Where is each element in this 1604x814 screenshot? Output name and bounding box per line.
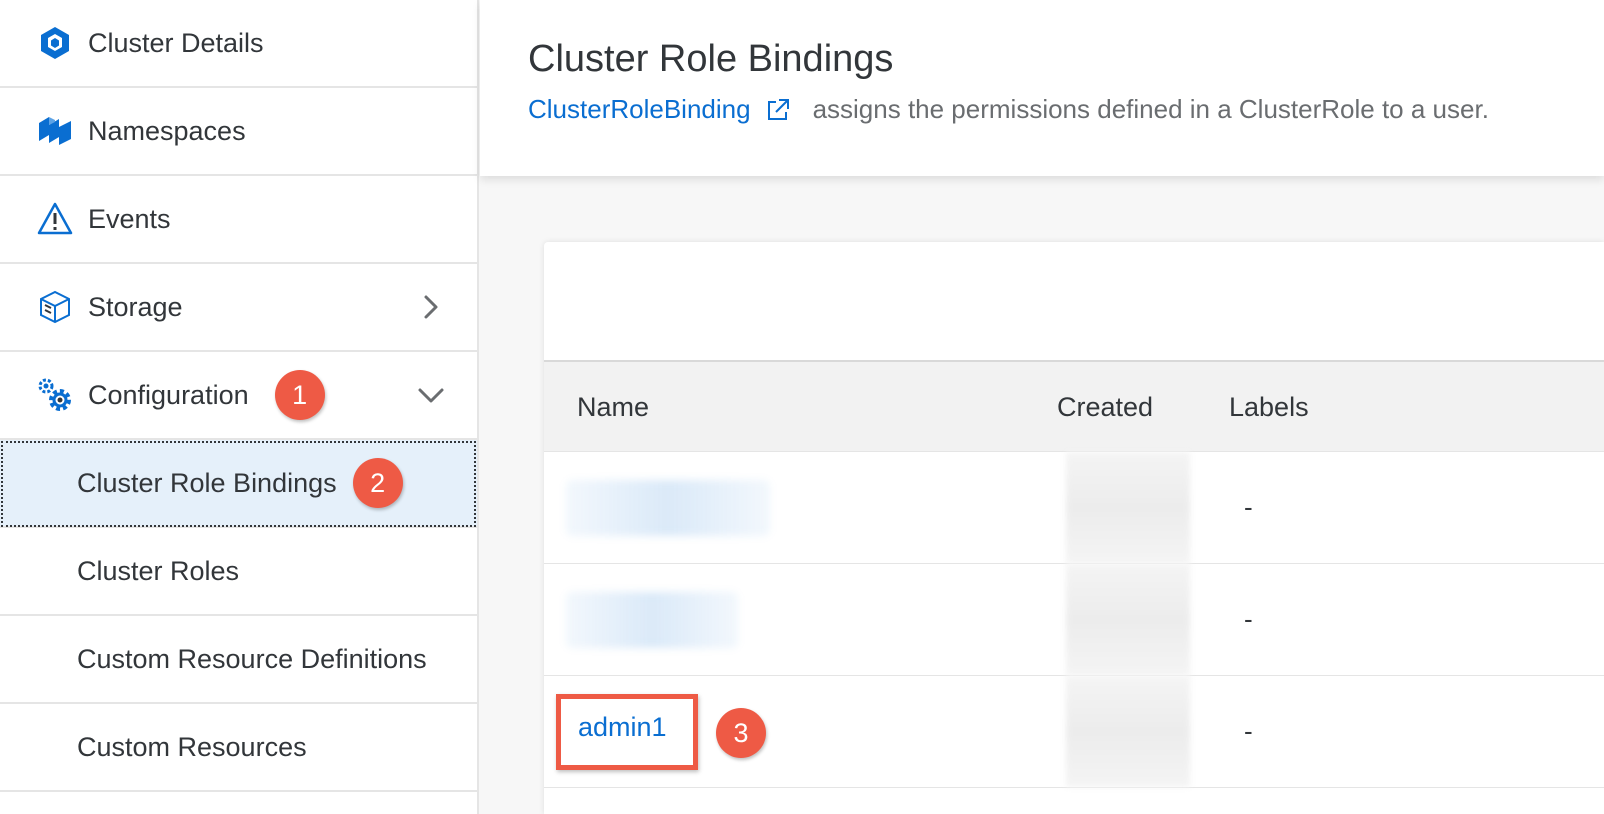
main-content: Cluster Role Bindings ClusterRoleBinding… bbox=[480, 0, 1604, 814]
step-badge-1: 1 bbox=[274, 370, 325, 420]
sidebar-item-label: Custom Resource Definitions bbox=[77, 643, 427, 674]
page-description: ClusterRoleBinding assigns the permissio… bbox=[528, 94, 1489, 125]
gears-icon bbox=[36, 376, 74, 414]
sidebar-item-configuration[interactable]: Configuration 1 bbox=[0, 352, 477, 440]
cube-icon bbox=[36, 24, 74, 62]
sidebar: Cluster Details Namespaces Events Storag… bbox=[0, 0, 479, 814]
column-header-name[interactable]: Name bbox=[577, 392, 649, 423]
sidebar-item-label: Namespaces bbox=[88, 115, 246, 146]
column-header-labels[interactable]: Labels bbox=[1229, 392, 1309, 423]
storage-icon bbox=[36, 288, 74, 326]
admin1-link[interactable]: admin1 bbox=[578, 712, 667, 743]
redacted-created-value bbox=[1066, 676, 1190, 787]
page-title: Cluster Role Bindings bbox=[528, 38, 894, 80]
namespaces-icon bbox=[36, 112, 74, 150]
sidebar-item-cluster-roles[interactable]: Cluster Roles bbox=[0, 528, 477, 616]
warning-icon bbox=[36, 200, 74, 238]
description-text: assigns the permissions defined in a Clu… bbox=[812, 94, 1489, 124]
sidebar-item-label: Cluster Details bbox=[88, 27, 264, 58]
page-header: Cluster Role Bindings ClusterRoleBinding… bbox=[480, 0, 1604, 176]
column-header-created[interactable]: Created bbox=[1057, 392, 1153, 423]
sidebar-item-label: Cluster Role Bindings bbox=[77, 467, 337, 498]
chevron-down-icon[interactable] bbox=[417, 381, 445, 409]
table-row[interactable]: admin1 3 - bbox=[544, 676, 1604, 788]
bindings-table-card: Name Created Labels - - admin1 3 - bbox=[544, 242, 1604, 814]
step-badge-2: 2 bbox=[352, 458, 403, 508]
sidebar-item-label: Storage bbox=[88, 291, 183, 322]
sidebar-item-label: Events bbox=[88, 203, 171, 234]
labels-value: - bbox=[1244, 492, 1253, 522]
step-badge-3: 3 bbox=[716, 708, 766, 758]
labels-value: - bbox=[1244, 716, 1253, 746]
sidebar-item-storage[interactable]: Storage bbox=[0, 264, 477, 352]
chevron-right-icon[interactable] bbox=[417, 293, 445, 321]
redacted-created-value bbox=[1066, 564, 1190, 675]
external-link-icon[interactable] bbox=[765, 97, 791, 123]
sidebar-item-label: Configuration bbox=[88, 379, 249, 410]
sidebar-item-label: Cluster Roles bbox=[77, 555, 240, 586]
table-row[interactable]: - bbox=[544, 564, 1604, 676]
sidebar-item-events[interactable]: Events bbox=[0, 176, 477, 264]
redacted-name-link[interactable] bbox=[566, 592, 738, 648]
sidebar-item-cluster-role-bindings[interactable]: Cluster Role Bindings 2 bbox=[0, 440, 477, 528]
sidebar-item-custom-resource-definitions[interactable]: Custom Resource Definitions bbox=[0, 616, 477, 704]
redacted-name-link[interactable] bbox=[566, 480, 770, 536]
docs-link[interactable]: ClusterRoleBinding bbox=[528, 94, 751, 125]
labels-value: - bbox=[1244, 604, 1253, 634]
table-header: Name Created Labels bbox=[544, 362, 1604, 452]
app: Cluster Details Namespaces Events Storag… bbox=[0, 0, 1604, 814]
table-toolbar bbox=[544, 242, 1604, 362]
sidebar-item-cluster-details[interactable]: Cluster Details bbox=[0, 0, 477, 88]
sidebar-item-custom-resources[interactable]: Custom Resources bbox=[0, 704, 477, 792]
sidebar-item-namespaces[interactable]: Namespaces bbox=[0, 88, 477, 176]
table-row[interactable]: - bbox=[544, 452, 1604, 564]
redacted-created-value bbox=[1066, 452, 1190, 563]
sidebar-item-label: Custom Resources bbox=[77, 731, 307, 762]
